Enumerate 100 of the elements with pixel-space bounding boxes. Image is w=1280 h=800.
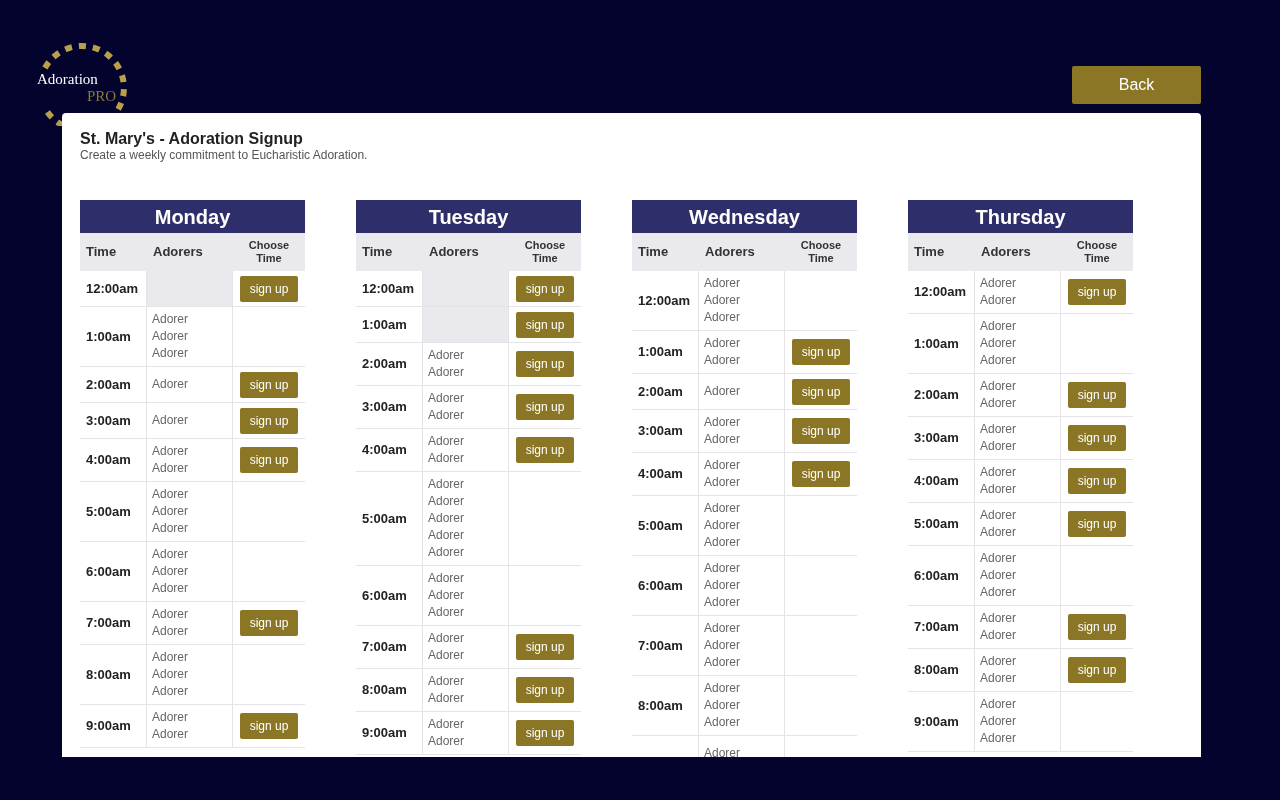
time-label: 4:00am bbox=[914, 472, 959, 491]
column-header: Adorers bbox=[428, 243, 480, 262]
time-label: 9:00am bbox=[86, 717, 131, 736]
adorer-name: Adorer bbox=[980, 653, 1018, 670]
adorer-name: Adorer bbox=[428, 673, 466, 690]
adorer-name: Adorer bbox=[980, 670, 1018, 687]
sign-up-button[interactable]: sign up bbox=[1068, 657, 1126, 683]
sign-up-button[interactable]: sign up bbox=[516, 394, 574, 420]
page-subtitle: Create a weekly commitment to Eucharistic Adoration. bbox=[80, 148, 369, 163]
adorer-name: Adorer bbox=[152, 520, 190, 537]
time-label: 12:00am bbox=[362, 279, 415, 298]
adorer-name: Adorer bbox=[704, 697, 742, 714]
adorer-name: Adorer bbox=[428, 647, 466, 664]
sign-up-button[interactable]: sign up bbox=[240, 610, 298, 636]
adorer-name: Adorer bbox=[428, 364, 466, 381]
adorer-name: Adorer bbox=[980, 464, 1018, 481]
column-header: Choose Time bbox=[523, 239, 567, 265]
sign-up-button[interactable]: sign up bbox=[1068, 511, 1126, 537]
adorer-name: Adorer bbox=[152, 486, 190, 503]
time-label: 8:00am bbox=[914, 661, 959, 680]
adorer-name: Adorer bbox=[704, 714, 742, 731]
column-header: Choose Time bbox=[799, 239, 843, 265]
sign-up-button[interactable]: sign up bbox=[1068, 425, 1126, 451]
time-label: 1:00am bbox=[914, 334, 959, 353]
sign-up-button[interactable]: sign up bbox=[1068, 468, 1126, 494]
sign-up-button[interactable]: sign up bbox=[516, 634, 574, 660]
sign-up-button[interactable]: sign up bbox=[1068, 382, 1126, 408]
adorer-name: Adorer bbox=[152, 683, 190, 700]
sign-up-button[interactable]: sign up bbox=[792, 461, 850, 487]
adorer-name: Adorer bbox=[980, 730, 1018, 747]
adorer-name: Adorer bbox=[428, 476, 466, 493]
adorer-name: Adorer bbox=[152, 412, 190, 429]
adorer-name: Adorer bbox=[704, 654, 742, 671]
sign-up-button[interactable]: sign up bbox=[792, 418, 850, 444]
adorer-name: Adorer bbox=[428, 544, 466, 561]
sign-up-button[interactable]: sign up bbox=[240, 275, 298, 302]
day-header: Thursday bbox=[908, 200, 1133, 233]
adorer-name: Adorer bbox=[980, 507, 1018, 524]
adorer-name: Adorer bbox=[152, 606, 190, 623]
time-label: 8:00am bbox=[638, 696, 683, 715]
sign-up-button[interactable]: sign up bbox=[516, 351, 574, 377]
sign-up-button[interactable]: sign up bbox=[516, 311, 574, 338]
time-label: 7:00am bbox=[362, 638, 407, 657]
adorer-name: Adorer bbox=[980, 713, 1018, 730]
time-label: 1:00am bbox=[86, 327, 131, 346]
adorer-name: Adorer bbox=[704, 517, 742, 534]
time-label: 6:00am bbox=[362, 586, 407, 605]
adorer-name: Adorer bbox=[152, 503, 190, 520]
adorer-name: Adorer bbox=[152, 460, 190, 477]
logo-subtext: PRO bbox=[87, 89, 117, 104]
adorer-name: Adorer bbox=[704, 383, 742, 400]
adorer-name: Adorer bbox=[428, 630, 466, 647]
adorer-name: Adorer bbox=[152, 546, 190, 563]
back-button[interactable]: Back bbox=[1072, 66, 1201, 104]
sign-up-button[interactable]: sign up bbox=[240, 713, 298, 739]
time-label: 6:00am bbox=[86, 562, 131, 581]
time-label: 7:00am bbox=[86, 614, 131, 633]
sign-up-button[interactable]: sign up bbox=[240, 447, 298, 473]
time-label: 3:00am bbox=[638, 422, 683, 441]
adorer-name: Adorer bbox=[704, 637, 742, 654]
adorer-name: Adorer bbox=[704, 275, 742, 292]
adorer-name: Adorer bbox=[704, 309, 742, 326]
adorer-name: Adorer bbox=[980, 275, 1018, 292]
adorer-name: Adorer bbox=[704, 457, 742, 474]
adorer-name: Adorer bbox=[980, 421, 1018, 438]
adorer-name: Adorer bbox=[428, 527, 466, 544]
adorer-name: Adorer bbox=[704, 577, 742, 594]
time-label: 9:00am bbox=[362, 724, 407, 743]
adorer-name: Adorer bbox=[704, 414, 742, 431]
sign-up-button[interactable]: sign up bbox=[516, 275, 574, 302]
adorer-name: Adorer bbox=[152, 443, 190, 460]
adorer-name: Adorer bbox=[704, 594, 742, 611]
sign-up-button[interactable]: sign up bbox=[240, 407, 298, 434]
sign-up-button[interactable]: sign up bbox=[516, 677, 574, 703]
sign-up-button[interactable]: sign up bbox=[240, 371, 298, 398]
time-label: 4:00am bbox=[86, 451, 131, 470]
time-label: 2:00am bbox=[362, 355, 407, 374]
sign-up-button[interactable]: sign up bbox=[516, 437, 574, 463]
adorer-name: Adorer bbox=[980, 567, 1018, 584]
time-label: 5:00am bbox=[362, 509, 407, 528]
adorer-name: Adorer bbox=[704, 745, 742, 757]
time-label: 2:00am bbox=[914, 386, 959, 405]
adorer-name: Adorer bbox=[152, 580, 190, 597]
time-label: 12:00am bbox=[638, 291, 691, 310]
sign-up-button[interactable]: sign up bbox=[1068, 279, 1126, 305]
adorer-name: Adorer bbox=[980, 318, 1018, 335]
sign-up-button[interactable]: sign up bbox=[1068, 614, 1126, 640]
sign-up-button[interactable]: sign up bbox=[792, 339, 850, 365]
adorer-name: Adorer bbox=[428, 450, 466, 467]
sign-up-button[interactable]: sign up bbox=[792, 378, 850, 405]
time-label: 5:00am bbox=[86, 502, 131, 521]
adorer-name: Adorer bbox=[428, 347, 466, 364]
adorer-name: Adorer bbox=[428, 690, 466, 707]
time-label: 2:00am bbox=[638, 382, 683, 401]
adorer-name: Adorer bbox=[428, 493, 466, 510]
adorer-name: Adorer bbox=[704, 560, 742, 577]
adorer-name: Adorer bbox=[704, 500, 742, 517]
adorer-name: Adorer bbox=[152, 376, 190, 393]
sign-up-button[interactable]: sign up bbox=[516, 720, 574, 746]
time-label: 8:00am bbox=[86, 665, 131, 684]
